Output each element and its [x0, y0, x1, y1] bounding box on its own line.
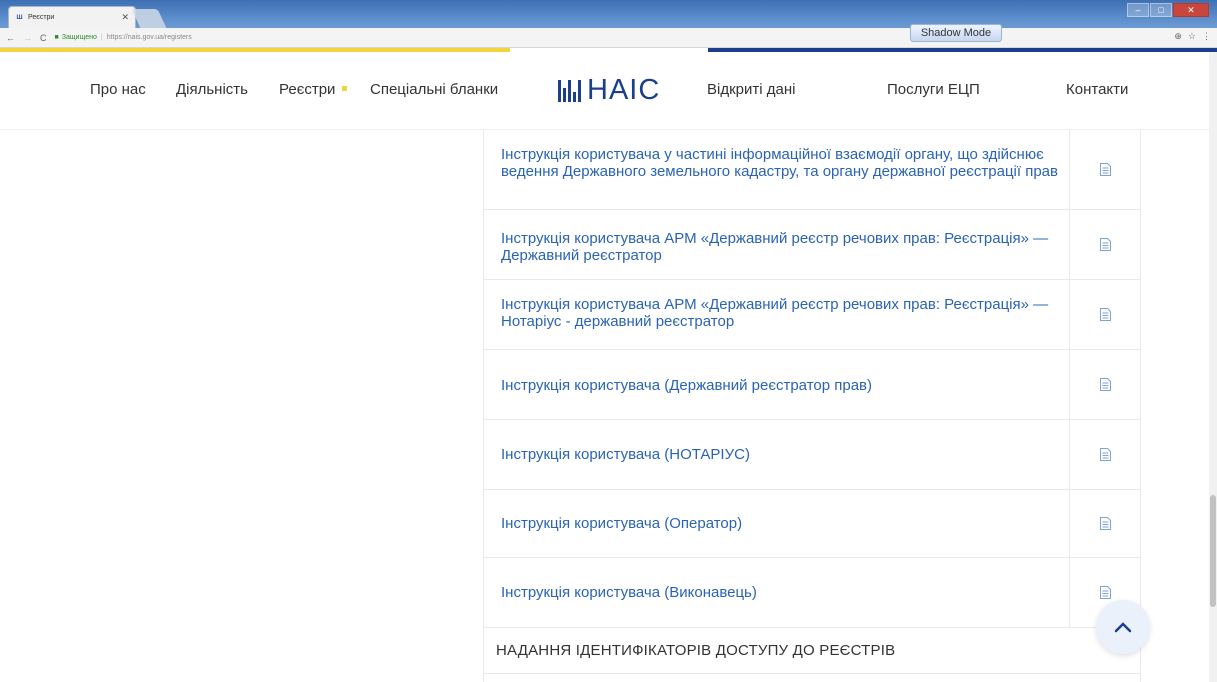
table-row: Інструкція користувача АРМ «Державний ре… [483, 280, 1141, 350]
nav-contacts[interactable]: Контакти [1066, 81, 1128, 98]
table-row: Інструкція користувача (Виконавець) [483, 558, 1141, 628]
document-link[interactable]: Інструкція користувача (Виконавець) [501, 584, 1061, 601]
document-icon [1100, 308, 1111, 321]
minimize-icon[interactable]: – [1127, 3, 1149, 17]
tab-title: Реєстри [28, 14, 55, 21]
document-download-cell[interactable] [1069, 490, 1141, 557]
document-link[interactable]: Інструкція користувача (НОТАРІУС) [501, 446, 1061, 463]
browser-titlebar: Ш Реєстри ✕ – □ ✕ [0, 0, 1217, 28]
url-text: https://nais.gov.ua/registers [106, 34, 192, 41]
table-row: Інструкція користувача (НОТАРІУС) [483, 420, 1141, 490]
document-link[interactable]: Інструкція користувача (Оператор) [501, 515, 1061, 532]
document-link[interactable]: Інструкція користувача АРМ «Державний ре… [501, 296, 1061, 330]
lock-icon: ■ [54, 34, 59, 41]
url-field[interactable]: ■ Защищено | https://nais.gov.ua/registe… [55, 34, 192, 41]
window-close-icon[interactable]: ✕ [1173, 3, 1209, 17]
document-download-cell[interactable] [1069, 210, 1141, 279]
maximize-icon[interactable]: □ [1150, 3, 1172, 17]
back-arrow-icon[interactable]: ← [6, 33, 15, 43]
reload-icon[interactable]: C [40, 33, 47, 43]
page-scrollbar[interactable] [1209, 52, 1217, 682]
site-logo[interactable]: НАІС [558, 74, 660, 107]
document-icon [1100, 378, 1111, 391]
site-favicon-icon: Ш [16, 14, 23, 21]
scroll-to-top-button[interactable] [1096, 600, 1150, 654]
document-icon [1100, 448, 1111, 461]
section-heading[interactable]: НАДАННЯ ІДЕНТИФІКАТОРІВ ДОСТУПУ ДО РЕЄСТ… [483, 628, 1141, 674]
forward-arrow-icon[interactable]: → [23, 33, 32, 43]
table-row: Інструкція користувача АРМ «Державний ре… [483, 210, 1141, 280]
document-download-cell[interactable] [1069, 130, 1141, 209]
zoom-icon[interactable]: ⊕ [1174, 31, 1182, 42]
browser-toolbar-icons: ⊕ ☆ ⋮ [1174, 31, 1211, 42]
nav-special-forms[interactable]: Спеціальні бланки [370, 81, 498, 98]
document-icon [1100, 517, 1111, 530]
logo-mark-icon [558, 79, 581, 102]
nav-registers-label: Реєстри [279, 81, 336, 98]
bookmark-star-icon[interactable]: ☆ [1188, 31, 1196, 42]
window-controls: – □ ✕ [1127, 3, 1209, 17]
nav-about[interactable]: Про нас [90, 81, 146, 98]
site-header: Про нас Діяльність Реєстри Спеціальні бл… [0, 52, 1217, 130]
document-link[interactable]: Інструкція користувача (Державний реєстр… [501, 377, 1061, 394]
active-dot-icon [342, 85, 348, 91]
document-icon [1100, 586, 1111, 599]
scrollbar-thumb[interactable] [1210, 495, 1216, 607]
close-icon[interactable]: ✕ [121, 12, 129, 23]
document-download-cell[interactable] [1069, 350, 1141, 419]
chevron-up-icon [1114, 622, 1132, 633]
table-row: Інструкція користувача (Оператор) [483, 490, 1141, 558]
document-download-cell[interactable] [1069, 420, 1141, 489]
shadow-mode-button[interactable]: Shadow Mode [910, 24, 1002, 42]
nav-activity[interactable]: Діяльність [176, 81, 248, 98]
nav-registers[interactable]: Реєстри [279, 81, 348, 98]
document-link[interactable]: Інструкція користувача АРМ «Державний ре… [501, 230, 1061, 264]
document-download-cell[interactable] [1069, 280, 1141, 349]
document-icon [1100, 163, 1111, 176]
nav-open-data[interactable]: Відкриті дані [707, 81, 795, 98]
secure-label: Защищено [61, 34, 97, 41]
table-row: Інструкція користувача (Державний реєстр… [483, 350, 1141, 420]
menu-kebab-icon[interactable]: ⋮ [1202, 31, 1211, 42]
document-icon [1100, 238, 1111, 251]
logo-text: НАІС [587, 74, 661, 106]
document-link[interactable]: Інструкція користувача у частині інформа… [501, 146, 1061, 180]
browser-tab[interactable]: Ш Реєстри ✕ [8, 6, 136, 28]
new-tab-button[interactable] [131, 9, 167, 28]
omnibox-separator: | [100, 34, 103, 41]
address-bar: ← → C ■ Защищено | https://nais.gov.ua/r… [0, 28, 1217, 48]
nav-ecp-services[interactable]: Послуги ЕЦП [887, 81, 980, 98]
table-row: Інструкція користувача у частині інформа… [483, 130, 1141, 210]
